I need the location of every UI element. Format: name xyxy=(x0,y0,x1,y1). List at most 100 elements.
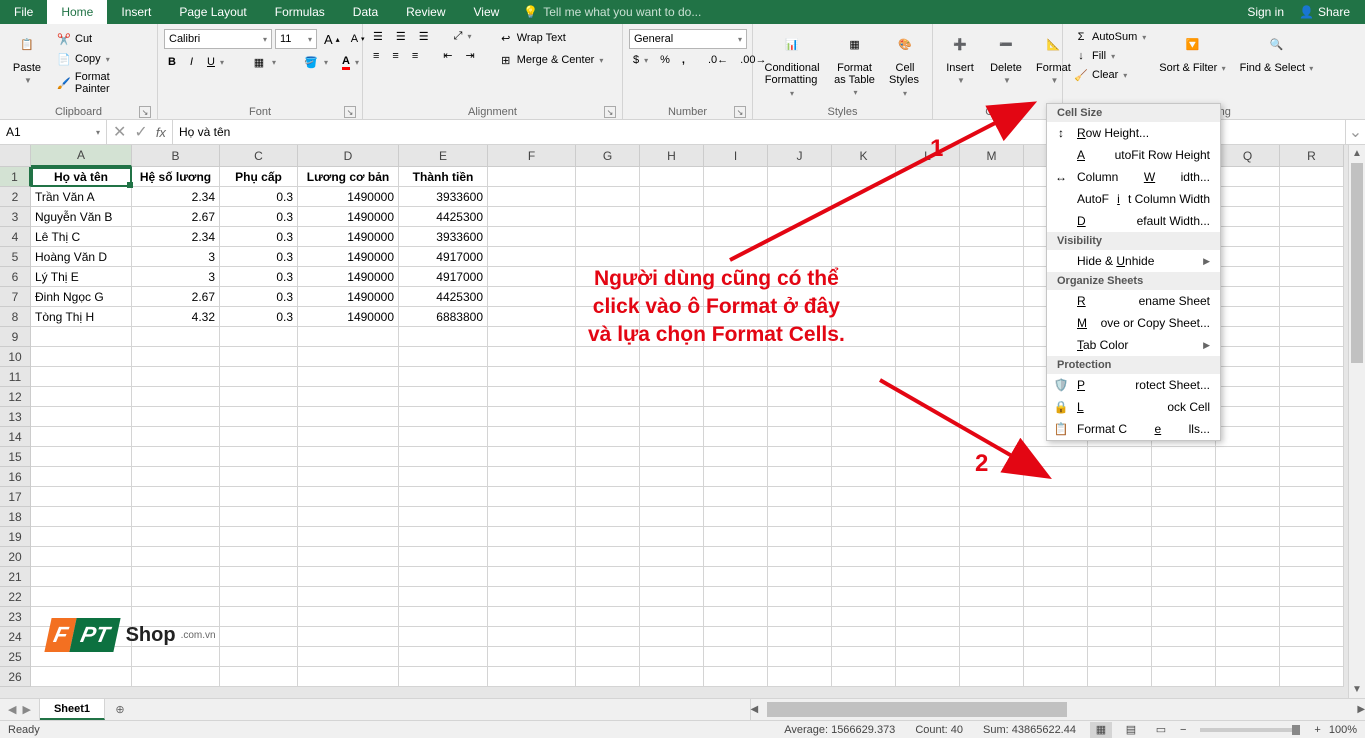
column-header[interactable]: Q xyxy=(1216,145,1280,167)
cell[interactable] xyxy=(298,667,399,687)
cell[interactable] xyxy=(960,587,1024,607)
cell[interactable] xyxy=(31,387,132,407)
cell[interactable] xyxy=(220,647,298,667)
cell[interactable] xyxy=(896,267,960,287)
cell[interactable] xyxy=(132,407,220,427)
tab-formulas[interactable]: Formulas xyxy=(261,0,339,24)
cell[interactable] xyxy=(704,627,768,647)
cell[interactable] xyxy=(1088,607,1152,627)
cell[interactable] xyxy=(640,367,704,387)
cell[interactable] xyxy=(704,607,768,627)
cell[interactable] xyxy=(1152,507,1216,527)
cell[interactable] xyxy=(704,207,768,227)
tab-page-layout[interactable]: Page Layout xyxy=(165,0,260,24)
clear-button[interactable]: 🧹Clear▾ xyxy=(1069,66,1150,84)
merge-center-button[interactable]: ⊞Merge & Center▾ xyxy=(494,51,608,69)
enter-formula-icon[interactable]: ✓ xyxy=(134,122,147,142)
cell[interactable] xyxy=(960,487,1024,507)
dialog-launcher[interactable]: ↘ xyxy=(604,106,616,118)
row-header[interactable]: 14 xyxy=(0,427,31,447)
cell[interactable] xyxy=(832,647,896,667)
cell[interactable] xyxy=(640,347,704,367)
cell[interactable] xyxy=(298,387,399,407)
find-select-button[interactable]: 🔍Find & Select ▾ xyxy=(1235,26,1319,77)
cell[interactable] xyxy=(896,647,960,667)
column-header[interactable]: K xyxy=(832,145,896,167)
cell[interactable] xyxy=(488,487,576,507)
cell[interactable] xyxy=(704,307,768,327)
cell[interactable] xyxy=(896,247,960,267)
sort-filter-button[interactable]: 🔽Sort & Filter ▾ xyxy=(1154,26,1230,77)
cell[interactable] xyxy=(896,607,960,627)
cell[interactable]: Trần Văn A xyxy=(31,187,132,207)
cell[interactable] xyxy=(960,327,1024,347)
cell[interactable] xyxy=(832,467,896,487)
cell[interactable] xyxy=(132,387,220,407)
cell[interactable] xyxy=(220,547,298,567)
dialog-launcher[interactable]: ↘ xyxy=(344,106,356,118)
font-name-combo[interactable]: Calibri▾ xyxy=(164,29,272,49)
cell[interactable] xyxy=(488,527,576,547)
column-header[interactable]: R xyxy=(1280,145,1344,167)
cell[interactable] xyxy=(1088,507,1152,527)
cell[interactable] xyxy=(768,607,832,627)
align-center-button[interactable]: ≡ xyxy=(388,49,402,63)
cell[interactable] xyxy=(488,347,576,367)
column-header[interactable]: C xyxy=(220,145,298,167)
cell[interactable] xyxy=(1088,447,1152,467)
autosum-button[interactable]: ΣAutoSum▾ xyxy=(1069,28,1150,46)
cell[interactable] xyxy=(298,347,399,367)
cell[interactable] xyxy=(1216,447,1280,467)
cell[interactable] xyxy=(704,187,768,207)
cell[interactable] xyxy=(298,467,399,487)
cell[interactable] xyxy=(1280,667,1344,687)
cell[interactable] xyxy=(1216,187,1280,207)
cell[interactable] xyxy=(768,387,832,407)
cell[interactable] xyxy=(488,567,576,587)
cell[interactable] xyxy=(896,527,960,547)
cell[interactable] xyxy=(640,307,704,327)
column-header[interactable]: G xyxy=(576,145,640,167)
cell[interactable] xyxy=(768,307,832,327)
expand-formula-bar[interactable]: ⌄ xyxy=(1345,120,1365,144)
cell[interactable] xyxy=(960,247,1024,267)
column-header[interactable]: I xyxy=(704,145,768,167)
column-header[interactable]: F xyxy=(488,145,576,167)
cell[interactable] xyxy=(640,427,704,447)
cell[interactable] xyxy=(488,187,576,207)
cell[interactable] xyxy=(298,427,399,447)
cell[interactable] xyxy=(220,587,298,607)
cell[interactable] xyxy=(298,367,399,387)
cell[interactable] xyxy=(1280,607,1344,627)
cell[interactable] xyxy=(220,327,298,347)
cell[interactable] xyxy=(832,187,896,207)
row-header[interactable]: 12 xyxy=(0,387,31,407)
cell[interactable] xyxy=(768,487,832,507)
cell[interactable] xyxy=(220,527,298,547)
cell[interactable] xyxy=(640,267,704,287)
cell[interactable] xyxy=(488,287,576,307)
cell[interactable] xyxy=(220,607,298,627)
cell[interactable] xyxy=(832,587,896,607)
increase-font-button[interactable]: A▴ xyxy=(320,31,344,48)
cell[interactable] xyxy=(132,367,220,387)
row-header[interactable]: 24 xyxy=(0,627,31,647)
cell[interactable] xyxy=(488,307,576,327)
cell[interactable] xyxy=(1088,587,1152,607)
cell[interactable] xyxy=(896,287,960,307)
cell[interactable] xyxy=(960,507,1024,527)
tab-file[interactable]: File xyxy=(0,0,47,24)
cell[interactable] xyxy=(896,167,960,187)
cell[interactable] xyxy=(832,447,896,467)
cell[interactable] xyxy=(399,467,488,487)
cell[interactable] xyxy=(1280,227,1344,247)
cell[interactable] xyxy=(576,307,640,327)
cell[interactable] xyxy=(640,667,704,687)
cell[interactable] xyxy=(1216,647,1280,667)
menu-row-height[interactable]: ↕Row Row Height...Height... xyxy=(1047,122,1220,144)
column-header[interactable]: E xyxy=(399,145,488,167)
cell[interactable] xyxy=(132,347,220,367)
next-sheet-icon[interactable]: ▶ xyxy=(22,703,30,716)
cell[interactable] xyxy=(488,387,576,407)
row-header[interactable]: 15 xyxy=(0,447,31,467)
